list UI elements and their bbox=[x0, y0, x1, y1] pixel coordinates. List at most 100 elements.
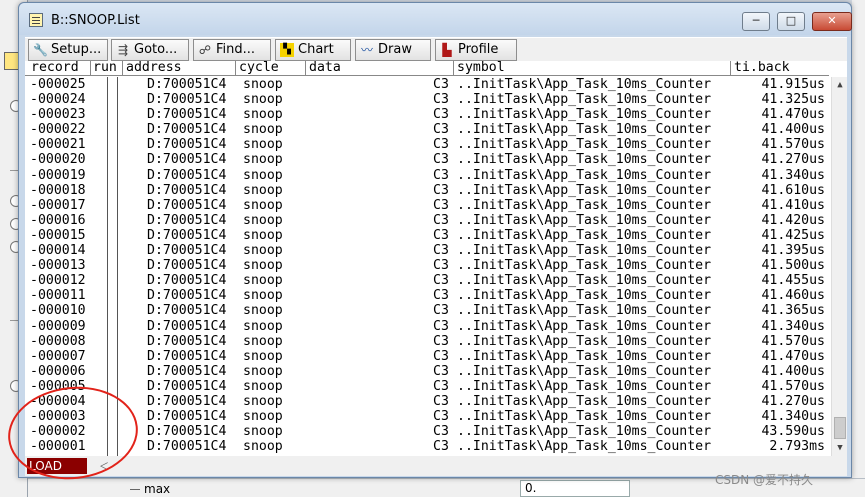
table-row[interactable]: -000007 D:700051C4 snoop C3 ..InitTask\App_T… bbox=[25, 349, 829, 364]
table-row[interactable]: -000005 D:700051C4 snoop C3 ..InitTask\App_T… bbox=[25, 379, 829, 394]
header-symbol[interactable]: symbol bbox=[454, 61, 731, 76]
data-cell: C3 bbox=[433, 227, 449, 243]
find-button[interactable]: ☍ Find... bbox=[193, 39, 271, 61]
symbol-cell: ..InitTask\App_Task_10ms_Counter bbox=[457, 424, 712, 440]
header-address[interactable]: address bbox=[123, 61, 236, 76]
chart-button[interactable]: ▚ Chart bbox=[275, 39, 351, 61]
table-row[interactable]: -000017 D:700051C4 snoop C3 ..InitTask\App_T… bbox=[25, 198, 829, 213]
record-cell: -000023 bbox=[30, 107, 86, 123]
ti-back-cell: 41.325us bbox=[761, 92, 825, 108]
data-cell: C3 bbox=[433, 318, 449, 334]
table-row[interactable]: -000025 D:700051C4 snoop C3 ..InitTask\App_T… bbox=[25, 77, 829, 92]
header-record[interactable]: record bbox=[25, 61, 91, 76]
table-row[interactable]: -000018 D:700051C4 snoop C3 ..InitTask\App_T… bbox=[25, 183, 829, 198]
header-ti-back[interactable]: ti.back bbox=[731, 61, 829, 76]
address-cell: D:700051C4 bbox=[147, 243, 227, 259]
header-run[interactable]: run bbox=[91, 61, 123, 76]
table-row[interactable]: -000008 D:700051C4 snoop C3 ..InitTask\App_T… bbox=[25, 334, 829, 349]
table-row[interactable]: -000015 D:700051C4 snoop C3 ..InitTask\App_T… bbox=[25, 228, 829, 243]
ti-back-cell: 41.425us bbox=[761, 227, 825, 243]
setup-button[interactable]: 🔧 Setup... bbox=[28, 39, 108, 61]
scroll-up-arrow-icon[interactable]: ▲ bbox=[832, 77, 847, 93]
table-row[interactable]: -000021 D:700051C4 snoop C3 ..InitTask\App_T… bbox=[25, 137, 829, 152]
table-row[interactable]: -000004 D:700051C4 snoop C3 ..InitTask\App_T… bbox=[25, 394, 829, 409]
table-row[interactable]: -000019 D:700051C4 snoop C3 ..InitTask\App_T… bbox=[25, 168, 829, 183]
draw-label: Draw bbox=[378, 42, 412, 57]
profile-button[interactable]: ▙ Profile bbox=[435, 39, 517, 61]
table-row[interactable]: -000002 D:700051C4 snoop C3 ..InitTask\App_T… bbox=[25, 424, 829, 439]
header-data[interactable]: data bbox=[306, 61, 454, 76]
scroll-down-arrow-icon[interactable]: ▼ bbox=[832, 440, 847, 456]
data-cell: C3 bbox=[433, 378, 449, 394]
symbol-cell: ..InitTask\App_Task_10ms_Counter bbox=[457, 107, 712, 123]
table-row[interactable]: -000003 D:700051C4 snoop C3 ..InitTask\App_T… bbox=[25, 409, 829, 424]
goto-label: Goto... bbox=[134, 42, 178, 57]
ti-back-cell: 41.500us bbox=[761, 258, 825, 274]
table-row[interactable]: -000013 D:700051C4 snoop C3 ..InitTask\App_T… bbox=[25, 258, 829, 273]
chart-icon: ▚ bbox=[280, 43, 294, 57]
symbol-cell: ..InitTask\App_Task_10ms_Counter bbox=[457, 92, 712, 108]
address-cell: D:700051C4 bbox=[147, 197, 227, 213]
header-cycle[interactable]: cycle bbox=[236, 61, 306, 76]
vertical-scrollbar[interactable]: ▲ ▼ bbox=[831, 77, 847, 456]
cycle-cell: snoop bbox=[243, 318, 283, 334]
address-cell: D:700051C4 bbox=[147, 288, 227, 304]
table-row[interactable]: -000012 D:700051C4 snoop C3 ..InitTask\App_T… bbox=[25, 273, 829, 288]
table-row[interactable]: -000022 D:700051C4 snoop C3 ..InitTask\App_T… bbox=[25, 122, 829, 137]
ti-back-cell: 41.460us bbox=[761, 288, 825, 304]
address-cell: D:700051C4 bbox=[147, 227, 227, 243]
symbol-cell: ..InitTask\App_Task_10ms_Counter bbox=[457, 393, 712, 409]
title-bar[interactable]: B::SNOOP.List ─ □ ✕ bbox=[19, 3, 852, 35]
record-cell: -000006 bbox=[30, 363, 86, 379]
binoculars-icon: ☍ bbox=[198, 43, 212, 57]
record-rows: -000025 D:700051C4 snoop C3 ..InitTask\App_T… bbox=[25, 77, 829, 454]
ti-back-cell: 41.270us bbox=[761, 152, 825, 168]
close-button[interactable]: ✕ bbox=[812, 12, 852, 31]
ti-back-cell: 41.915us bbox=[761, 77, 825, 92]
draw-button[interactable]: 〰 Draw bbox=[355, 39, 431, 61]
scroll-thumb[interactable] bbox=[834, 417, 846, 439]
maximize-button[interactable]: □ bbox=[777, 12, 805, 31]
symbol-cell: ..InitTask\App_Task_10ms_Counter bbox=[457, 212, 712, 228]
table-row[interactable]: -000006 D:700051C4 snoop C3 ..InitTask\App_T… bbox=[25, 364, 829, 379]
symbol-cell: ..InitTask\App_Task_10ms_Counter bbox=[457, 167, 712, 183]
symbol-cell: ..InitTask\App_Task_10ms_Counter bbox=[457, 243, 712, 259]
table-row[interactable]: -000016 D:700051C4 snoop C3 ..InitTask\App_T… bbox=[25, 213, 829, 228]
table-row[interactable]: -000001 D:700051C4 snoop C3 ..InitTask\App_T… bbox=[25, 439, 829, 454]
address-cell: D:700051C4 bbox=[147, 363, 227, 379]
table-row[interactable]: -000009 D:700051C4 snoop C3 ..InitTask\App_T… bbox=[25, 319, 829, 334]
minimize-button[interactable]: ─ bbox=[742, 12, 770, 31]
ti-back-cell: 41.610us bbox=[761, 182, 825, 198]
record-cell: -000025 bbox=[30, 77, 86, 92]
table-row[interactable]: -000014 D:700051C4 snoop C3 ..InitTask\App_T… bbox=[25, 243, 829, 258]
cycle-cell: snoop bbox=[243, 409, 283, 425]
table-row[interactable]: -000010 D:700051C4 snoop C3 ..InitTask\App_T… bbox=[25, 303, 829, 318]
record-cell: -000009 bbox=[30, 318, 86, 334]
snoop-list-window: B::SNOOP.List ─ □ ✕ 🔧 Setup... ⇶ Goto... ☍… bbox=[18, 2, 852, 478]
table-row[interactable]: -000024 D:700051C4 snoop C3 ..InitTask\App_T… bbox=[25, 92, 829, 107]
record-cell: -000015 bbox=[30, 227, 86, 243]
cycle-cell: snoop bbox=[243, 348, 283, 364]
data-cell: C3 bbox=[433, 137, 449, 153]
cycle-cell: snoop bbox=[243, 77, 283, 92]
horizontal-scrollbar[interactable]: ＜ bbox=[91, 458, 821, 474]
table-row[interactable]: -000011 D:700051C4 snoop C3 ..InitTask\App_T… bbox=[25, 288, 829, 303]
data-cell: C3 bbox=[433, 77, 449, 92]
window-title: B::SNOOP.List bbox=[51, 13, 140, 28]
max-value-field[interactable]: 0. bbox=[520, 480, 630, 497]
ti-back-cell: 41.570us bbox=[761, 333, 825, 349]
address-cell: D:700051C4 bbox=[147, 92, 227, 108]
goto-button[interactable]: ⇶ Goto... bbox=[111, 39, 189, 61]
record-list[interactable]: record run address cycle data symbol ti.… bbox=[25, 61, 847, 456]
watermark: CSDN @爱不持久 bbox=[715, 473, 814, 487]
ti-back-cell: 41.340us bbox=[761, 167, 825, 183]
data-cell: C3 bbox=[433, 258, 449, 274]
table-row[interactable]: -000023 D:700051C4 snoop C3 ..InitTask\App_T… bbox=[25, 107, 829, 122]
table-row[interactable]: -000020 D:700051C4 snoop C3 ..InitTask\App_T… bbox=[25, 152, 829, 167]
profile-label: Profile bbox=[458, 42, 499, 57]
address-cell: D:700051C4 bbox=[147, 273, 227, 289]
data-cell: C3 bbox=[433, 107, 449, 123]
address-cell: D:700051C4 bbox=[147, 212, 227, 228]
symbol-cell: ..InitTask\App_Task_10ms_Counter bbox=[457, 378, 712, 394]
record-cell: -000016 bbox=[30, 212, 86, 228]
